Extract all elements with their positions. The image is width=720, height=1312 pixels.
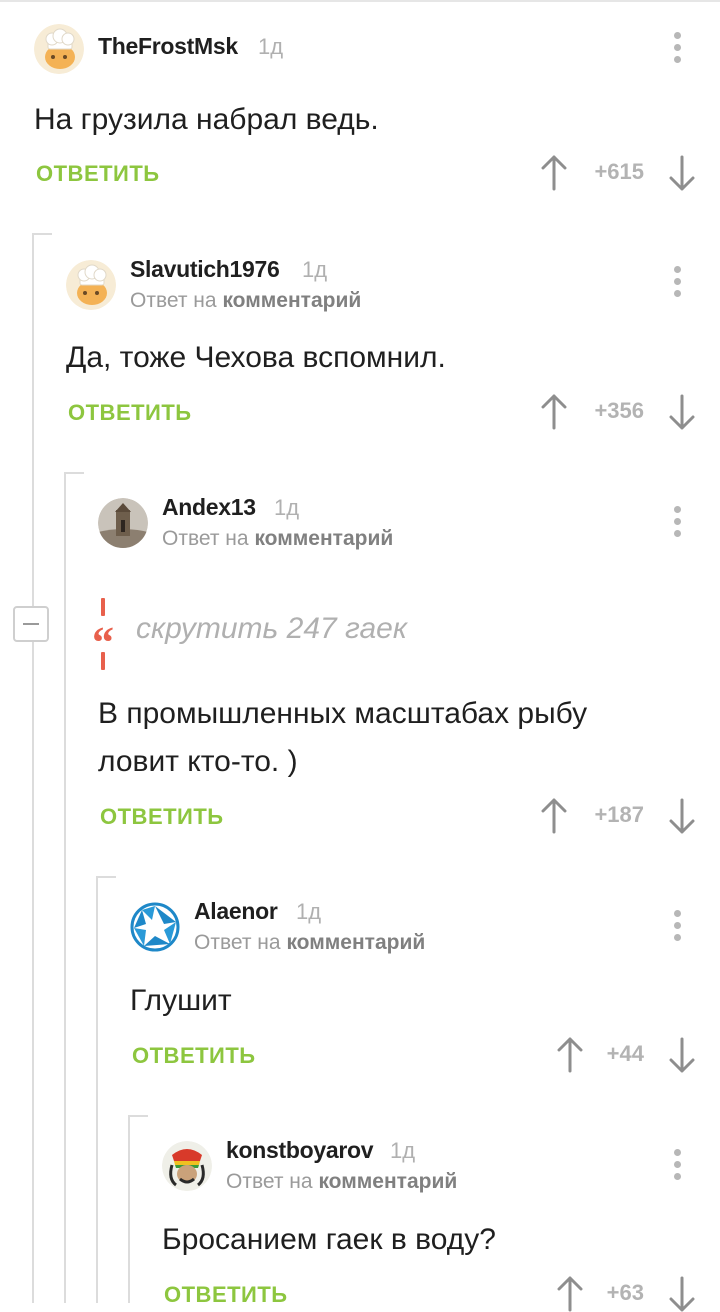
username[interactable]: Andex13 bbox=[162, 494, 256, 521]
thread-hook-level-4 bbox=[128, 1115, 148, 1117]
more-options-icon[interactable] bbox=[674, 266, 682, 300]
reply-to-prefix: Ответ на bbox=[226, 1170, 313, 1193]
username[interactable]: konstboyarov bbox=[226, 1137, 374, 1164]
reply-button[interactable]: ОТВЕТИТЬ bbox=[164, 1282, 288, 1308]
upvote-arrow-icon[interactable] bbox=[540, 155, 568, 191]
comment-text: На грузила набрал ведь. bbox=[34, 103, 379, 136]
thread-line-level-3 bbox=[96, 876, 98, 1303]
reply-to-line: Ответ на комментарий bbox=[130, 289, 361, 313]
reply-to-link[interactable]: комментарий bbox=[254, 527, 393, 550]
comment-text: ловит кто-то. ) bbox=[98, 745, 298, 778]
more-options-icon[interactable] bbox=[674, 1149, 682, 1183]
upvote-arrow-icon[interactable] bbox=[556, 1276, 584, 1312]
downvote-arrow-icon[interactable] bbox=[668, 1276, 696, 1312]
reply-to-link[interactable]: комментарий bbox=[318, 1170, 457, 1193]
comment-text: Глушит bbox=[130, 984, 232, 1017]
thread-hook-level-1 bbox=[32, 233, 52, 235]
more-options-icon[interactable] bbox=[674, 32, 682, 66]
downvote-arrow-icon[interactable] bbox=[668, 394, 696, 430]
upvote-arrow-icon[interactable] bbox=[540, 394, 568, 430]
reply-to-link[interactable]: комментарий bbox=[222, 289, 361, 312]
vote-bar: +187 bbox=[540, 798, 696, 834]
comment-score: +615 bbox=[594, 159, 644, 184]
reply-to-line: Ответ на комментарий bbox=[226, 1170, 457, 1194]
thread-line-level-4 bbox=[128, 1115, 130, 1303]
comment-time: 1д bbox=[390, 1138, 416, 1163]
comment-time: 1д bbox=[274, 495, 300, 520]
downvote-arrow-icon[interactable] bbox=[668, 798, 696, 834]
more-options-icon[interactable] bbox=[674, 910, 682, 944]
username[interactable]: Alaenor bbox=[194, 898, 278, 925]
reply-to-prefix: Ответ на bbox=[194, 931, 281, 954]
thread-hook-level-2 bbox=[64, 472, 84, 474]
vote-bar: +63 bbox=[556, 1276, 696, 1312]
reply-button[interactable]: ОТВЕТИТЬ bbox=[100, 804, 224, 830]
comment-score: +44 bbox=[606, 1041, 644, 1066]
comment-text: Да, тоже Чехова вспомнил. bbox=[66, 341, 446, 374]
tower-photo-avatar[interactable] bbox=[98, 498, 148, 548]
chef-hat-avatar[interactable] bbox=[34, 24, 84, 74]
thread-hook-level-3 bbox=[96, 876, 116, 878]
reply-to-line: Ответ на комментарий bbox=[194, 931, 425, 955]
spoiler-toggle[interactable]: скрутить 247 гаек bbox=[136, 612, 407, 646]
comment-time: 1д bbox=[296, 899, 322, 924]
vote-bar: +356 bbox=[540, 394, 696, 430]
top-divider bbox=[0, 0, 720, 2]
downvote-arrow-icon[interactable] bbox=[668, 155, 696, 191]
reply-to-line: Ответ на комментарий bbox=[162, 527, 393, 551]
reply-button[interactable]: ОТВЕТИТЬ bbox=[68, 400, 192, 426]
aperture-logo-avatar[interactable] bbox=[130, 902, 180, 952]
thread-line-level-2 bbox=[64, 472, 66, 1303]
vote-bar: +44 bbox=[556, 1037, 696, 1073]
reply-to-prefix: Ответ на bbox=[130, 289, 217, 312]
spoiler-bar-bottom bbox=[101, 652, 105, 670]
vote-bar: +615 bbox=[540, 155, 696, 191]
comment-score: +187 bbox=[594, 802, 644, 827]
rasta-face-avatar[interactable] bbox=[162, 1141, 212, 1191]
comment-score: +356 bbox=[594, 398, 644, 423]
thread-line-level-1 bbox=[32, 233, 34, 1303]
reply-button[interactable]: ОТВЕТИТЬ bbox=[36, 161, 160, 187]
comment-time: 1д bbox=[258, 34, 284, 59]
more-options-icon[interactable] bbox=[674, 506, 682, 540]
comment-text: Бросанием гаек в воду? bbox=[162, 1223, 496, 1256]
reply-to-link[interactable]: комментарий bbox=[286, 931, 425, 954]
comment-score: +63 bbox=[606, 1280, 644, 1305]
username[interactable]: TheFrostMsk bbox=[98, 33, 238, 60]
downvote-arrow-icon[interactable] bbox=[668, 1037, 696, 1073]
chef-hat-avatar[interactable] bbox=[66, 260, 116, 310]
reply-button[interactable]: ОТВЕТИТЬ bbox=[132, 1043, 256, 1069]
comment-text: В промышленных масштабах рыбу bbox=[98, 697, 588, 730]
username[interactable]: Slavutich1976 bbox=[130, 256, 280, 283]
spoiler-bar-top bbox=[101, 598, 105, 616]
collapse-thread-button[interactable] bbox=[13, 606, 49, 642]
comment-time: 1д bbox=[302, 257, 328, 282]
upvote-arrow-icon[interactable] bbox=[540, 798, 568, 834]
reply-to-prefix: Ответ на bbox=[162, 527, 249, 550]
upvote-arrow-icon[interactable] bbox=[556, 1037, 584, 1073]
